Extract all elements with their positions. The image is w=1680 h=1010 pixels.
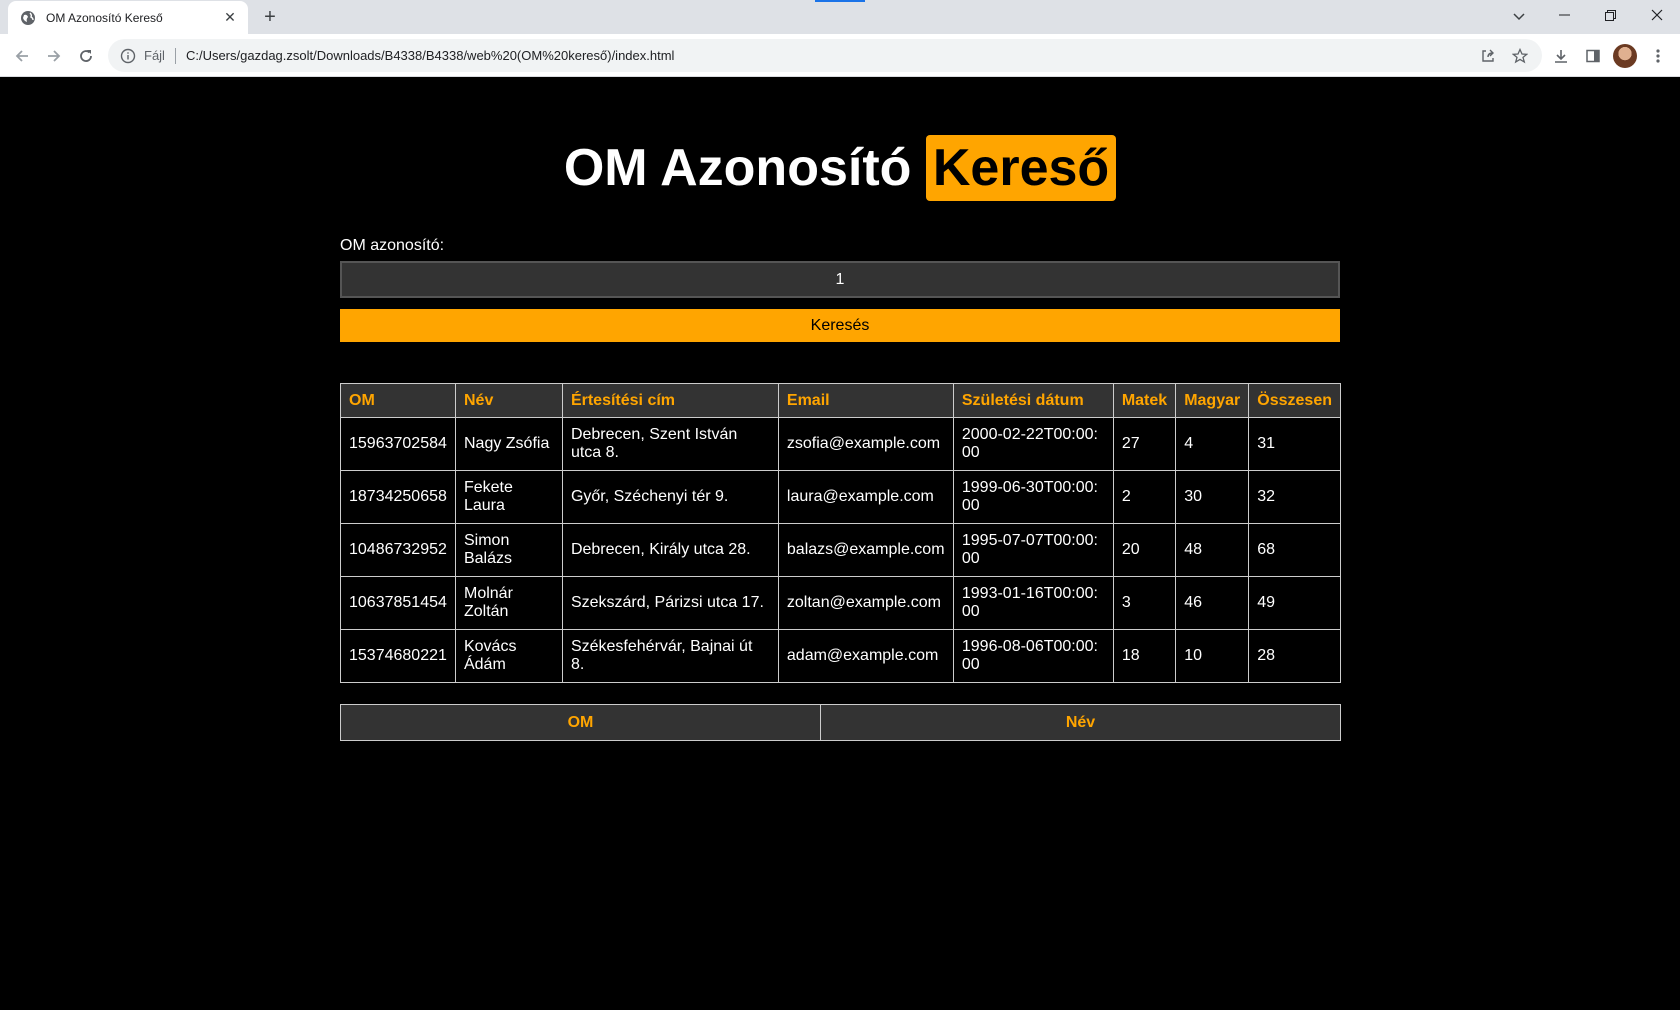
cell-szuletesi-datum: 1999-06-30T00:00:00 xyxy=(952,470,1114,524)
cell-magyar: 46 xyxy=(1175,576,1250,630)
cell-email: laura@example.com xyxy=(777,470,954,524)
url-text[interactable]: C:/Users/gazdag.zsolt/Downloads/B4338/B4… xyxy=(186,48,674,63)
reload-icon[interactable] xyxy=(72,42,100,70)
menu-dots-icon[interactable] xyxy=(1644,42,1672,70)
close-window-icon[interactable] xyxy=(1634,0,1680,30)
cell-osszesen: 31 xyxy=(1248,417,1341,471)
cell-osszesen: 28 xyxy=(1248,629,1341,683)
cell-osszesen: 68 xyxy=(1248,523,1341,577)
page-title: OM Azonosító Kereső xyxy=(340,133,1340,203)
share-icon[interactable] xyxy=(1474,42,1502,70)
cell-email: adam@example.com xyxy=(777,629,954,683)
cell-nev: Simon Balázs xyxy=(454,523,563,577)
search-button[interactable]: Keresés xyxy=(340,309,1340,342)
page-title-main: OM Azonosító xyxy=(563,139,912,197)
om-label: OM azonosító: xyxy=(340,237,445,254)
bookmark-star-icon[interactable] xyxy=(1506,42,1534,70)
cell-email: zsofia@example.com xyxy=(777,417,954,471)
tab-search-icon[interactable] xyxy=(1508,6,1530,28)
header-szuletesi-datum: Születési dátum xyxy=(952,383,1114,418)
cell-email: balazs@example.com xyxy=(777,523,954,577)
header-magyar: Magyar xyxy=(1175,383,1250,418)
profile-avatar[interactable] xyxy=(1613,44,1637,68)
cell-cim: Szekszárd, Párizsi utca 17. xyxy=(561,576,779,630)
tab-title: OM Azonosító Kereső xyxy=(46,10,163,25)
header-om: OM xyxy=(340,383,456,418)
browser-tab[interactable]: OM Azonosító Kereső ✕ xyxy=(8,1,248,34)
info-icon[interactable] xyxy=(120,48,136,64)
cell-nev: Fekete Laura xyxy=(454,470,563,524)
new-tab-button[interactable]: + xyxy=(258,5,282,29)
cell-cim: Győr, Széchenyi tér 9. xyxy=(561,470,779,524)
address-separator xyxy=(174,47,176,64)
cell-nev: Kovács Ádám xyxy=(454,629,563,683)
cell-nev: Molnár Zoltán xyxy=(454,576,563,630)
cell-matek: 3 xyxy=(1112,576,1177,630)
cell-email: zoltan@example.com xyxy=(777,576,954,630)
cell-szuletesi-datum: 1995-07-07T00:00:00 xyxy=(952,523,1114,577)
cell-matek: 18 xyxy=(1112,629,1177,683)
table-row: 18734250658 Fekete Laura Győr, Széchenyi… xyxy=(340,470,1341,524)
cell-matek: 20 xyxy=(1112,523,1177,577)
header-matek: Matek xyxy=(1112,383,1177,418)
cell-szuletesi-datum: 2000-02-22T00:00:00 xyxy=(952,417,1114,471)
sort-header-row: OM Név xyxy=(340,704,1341,741)
cell-om: 15374680221 xyxy=(340,629,456,683)
sort-by-nev[interactable]: Név xyxy=(820,704,1341,741)
cell-magyar: 4 xyxy=(1175,417,1250,471)
cell-nev: Nagy Zsófia xyxy=(454,417,563,471)
page-content: OM Azonosító Kereső OM azonosító: Keresé… xyxy=(0,77,1680,1010)
cell-matek: 2 xyxy=(1112,470,1177,524)
results-header-row: OM Név Értesítési cím Email Születési dá… xyxy=(340,383,1341,418)
cell-matek: 27 xyxy=(1112,417,1177,471)
cell-cim: Székesfehérvár, Bajnai út 8. xyxy=(561,629,779,683)
minimize-icon[interactable] xyxy=(1541,0,1587,30)
cell-magyar: 48 xyxy=(1175,523,1250,577)
cell-om: 10486732952 xyxy=(340,523,456,577)
cell-cim: Debrecen, Szent István utca 8. xyxy=(561,417,779,471)
back-icon[interactable] xyxy=(8,42,36,70)
cell-om: 18734250658 xyxy=(340,470,456,524)
header-cim: Értesítési cím xyxy=(561,383,779,418)
sort-by-om[interactable]: OM xyxy=(340,704,821,741)
cell-magyar: 10 xyxy=(1175,629,1250,683)
restore-icon[interactable] xyxy=(1587,0,1633,30)
download-icon[interactable] xyxy=(1547,42,1575,70)
table-row: 15374680221 Kovács Ádám Székesfehérvár, … xyxy=(340,629,1341,683)
page-title-highlight: Kereső xyxy=(925,135,1117,201)
cell-osszesen: 49 xyxy=(1248,576,1341,630)
cell-osszesen: 32 xyxy=(1248,470,1341,524)
results-table: OM Név Értesítési cím Email Születési dá… xyxy=(340,383,1341,683)
close-tab-icon[interactable]: ✕ xyxy=(222,9,238,26)
forward-icon[interactable] xyxy=(40,42,68,70)
sort-header-table: OM Név xyxy=(340,704,1341,741)
cell-om: 10637851454 xyxy=(340,576,456,630)
scheme-label: Fájl xyxy=(144,48,165,63)
table-row: 10637851454 Molnár Zoltán Szekszárd, Pár… xyxy=(340,576,1341,630)
tabstrip-accent-line xyxy=(815,0,865,2)
cell-cim: Debrecen, Király utca 28. xyxy=(561,523,779,577)
browser-tabstrip: OM Azonosító Kereső ✕ + xyxy=(0,0,1680,34)
address-bar[interactable]: Fájl C:/Users/gazdag.zsolt/Downloads/B43… xyxy=(108,39,1542,72)
om-input[interactable] xyxy=(340,261,1340,298)
header-nev: Név xyxy=(454,383,563,418)
cell-om: 15963702584 xyxy=(340,417,456,471)
cell-magyar: 30 xyxy=(1175,470,1250,524)
header-osszesen: Összesen xyxy=(1248,383,1341,418)
table-row: 15963702584 Nagy Zsófia Debrecen, Szent … xyxy=(340,417,1341,471)
browser-toolbar: Fájl C:/Users/gazdag.zsolt/Downloads/B43… xyxy=(0,34,1680,77)
header-email: Email xyxy=(777,383,954,418)
cell-szuletesi-datum: 1993-01-16T00:00:00 xyxy=(952,576,1114,630)
table-row: 10486732952 Simon Balázs Debrecen, Királ… xyxy=(340,523,1341,577)
globe-icon xyxy=(21,10,35,25)
cell-szuletesi-datum: 1996-08-06T00:00:00 xyxy=(952,629,1114,683)
side-panel-icon[interactable] xyxy=(1579,42,1607,70)
